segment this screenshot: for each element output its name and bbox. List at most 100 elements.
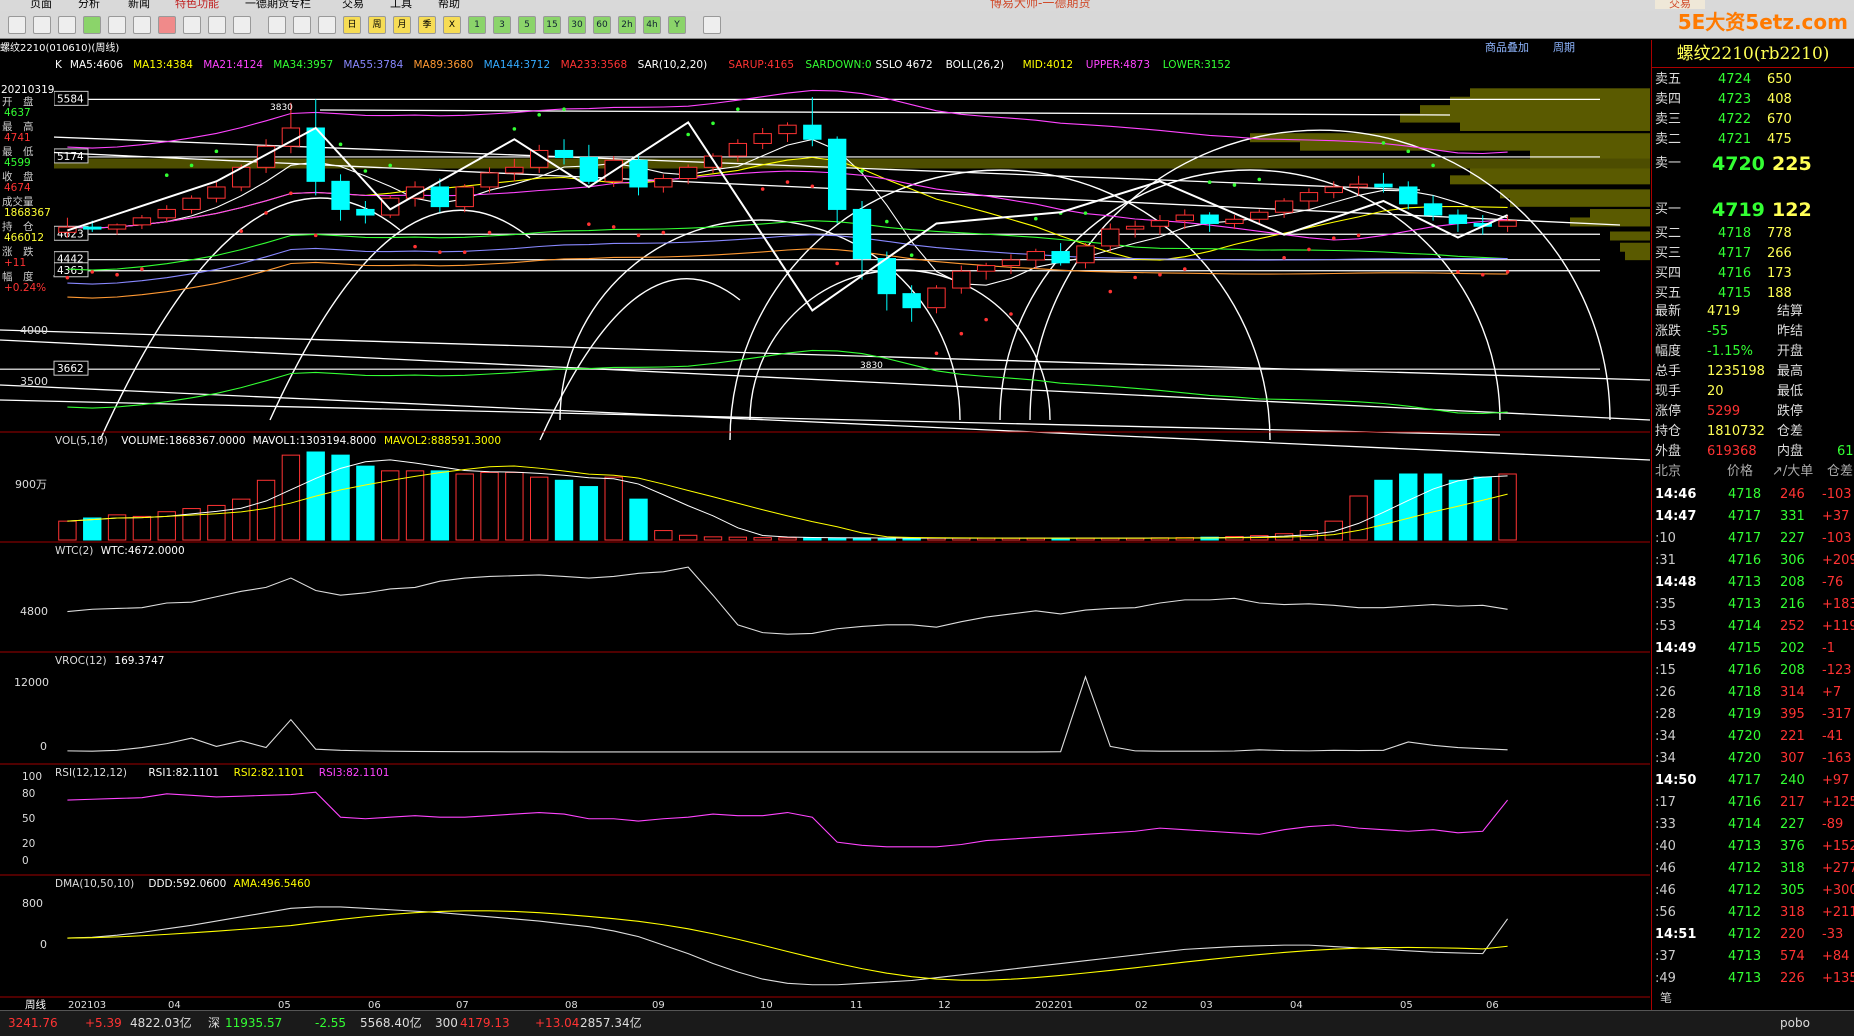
tick-row[interactable]: :33 4714 227 -89 xyxy=(1652,814,1854,836)
bid-row[interactable]: 买三 4717 266 xyxy=(1652,244,1854,264)
ticks-footer-label[interactable]: 笔 xyxy=(1660,989,1672,1006)
tick-row[interactable]: :37 4713 574 +84 xyxy=(1652,946,1854,968)
tick-row[interactable]: 14:50 4717 240 +97 xyxy=(1652,770,1854,792)
bid-row[interactable]: 买五 4715 188 xyxy=(1652,284,1854,304)
period-2h-icon[interactable]: 2h xyxy=(618,16,636,34)
boll-line xyxy=(67,349,1508,415)
chart-area[interactable]: 螺纹2210(010610)(周线) 商品叠加 周期 K MA5:4606 MA13:43… xyxy=(0,40,1650,1010)
menu-item-features[interactable]: 特色功能 xyxy=(175,0,219,9)
refresh-icon[interactable] xyxy=(83,16,101,34)
ask-row[interactable]: 卖三 4722 670 xyxy=(1652,110,1854,130)
period-y-icon[interactable]: Y xyxy=(668,16,686,34)
volume-profile-bar xyxy=(1250,133,1650,143)
tick-row[interactable]: :26 4718 314 +7 xyxy=(1652,682,1854,704)
period-30-icon[interactable]: 30 xyxy=(568,16,586,34)
stat-row[interactable]: 涨跌 -55 昨结 xyxy=(1652,322,1854,342)
zoom-out-icon[interactable] xyxy=(133,16,151,34)
calendar-icon[interactable] xyxy=(703,16,721,34)
indicator-7: MA144:3712 xyxy=(484,59,551,71)
ask-row[interactable]: 卖五 4724 650 xyxy=(1652,70,1854,90)
tick-price: 4713 xyxy=(1728,839,1762,854)
open-folder-icon[interactable] xyxy=(33,16,51,34)
candle-body xyxy=(1374,183,1393,188)
ask-row[interactable]: 卖一 4720 225 xyxy=(1652,154,1854,174)
tick-row[interactable]: :53 4714 252 +119 xyxy=(1652,616,1854,638)
ask-row[interactable]: 卖四 4723 408 xyxy=(1652,90,1854,110)
week-icon[interactable]: 周 xyxy=(368,16,386,34)
menu-item-tools[interactable]: 工具 xyxy=(390,0,412,9)
trend-line xyxy=(0,329,1650,381)
save-icon[interactable] xyxy=(58,16,76,34)
tick-row[interactable]: :31 4716 306 +209 xyxy=(1652,550,1854,572)
period-60-icon[interactable]: 60 xyxy=(593,16,611,34)
stat-row[interactable]: 幅度 -1.15% 开盘 xyxy=(1652,342,1854,362)
tick-price: 4714 xyxy=(1728,619,1762,634)
tick-row[interactable]: :56 4712 318 +211 xyxy=(1652,902,1854,924)
contract-title[interactable]: 螺纹2210(rb2210) xyxy=(1652,40,1854,68)
x-icon[interactable]: X xyxy=(443,16,461,34)
tick-row[interactable]: 14:47 4717 331 +37 xyxy=(1652,506,1854,528)
zoom-in-icon[interactable] xyxy=(108,16,126,34)
candle-body xyxy=(505,166,524,174)
menu-item-trade[interactable]: 交易 xyxy=(342,0,364,9)
period-4h-icon[interactable]: 4h xyxy=(643,16,661,34)
bid-row[interactable]: 买四 4716 173 xyxy=(1652,264,1854,284)
tick-row[interactable]: :40 4713 376 +152 xyxy=(1652,836,1854,858)
ticks-header-row[interactable]: 北京 价格 ↗/大单 仓差 xyxy=(1652,462,1854,482)
ask-row[interactable]: 卖二 4721 475 xyxy=(1652,130,1854,150)
rsi-line xyxy=(67,791,1509,848)
bid-row[interactable]: 买一 4719 122 xyxy=(1652,200,1854,220)
menu-item-page[interactable]: 页面 xyxy=(30,0,52,9)
tick-row[interactable]: :35 4713 216 +183 xyxy=(1652,594,1854,616)
menu-item-news[interactable]: 新闻 xyxy=(128,0,150,9)
tick-row[interactable]: :34 4720 221 -41 xyxy=(1652,726,1854,748)
period-1-icon[interactable]: 1 xyxy=(468,16,486,34)
stat-row[interactable]: 涨停 5299 跌停 xyxy=(1652,402,1854,422)
vroc-ylabel: 12000 xyxy=(14,676,49,689)
tick-row[interactable]: 14:51 4712 220 -33 xyxy=(1652,924,1854,946)
tick-row[interactable]: 14:49 4715 202 -1 xyxy=(1652,638,1854,660)
tick-row[interactable]: :46 4712 305 +300 xyxy=(1652,880,1854,902)
tick-row[interactable]: :49 4713 226 +135 xyxy=(1652,968,1854,990)
color-icon[interactable] xyxy=(208,16,226,34)
pencil-icon[interactable] xyxy=(183,16,201,34)
stat-row[interactable]: 现手 20 最低 xyxy=(1652,382,1854,402)
list-icon[interactable] xyxy=(268,16,286,34)
ask-price: 4724 xyxy=(1718,72,1752,87)
menu-item-analysis[interactable]: 分析 xyxy=(78,0,100,9)
period-3-icon[interactable]: 3 xyxy=(493,16,511,34)
volume-bar xyxy=(256,479,276,541)
tick-row[interactable]: 14:48 4713 208 -76 xyxy=(1652,572,1854,594)
season-icon[interactable]: 季 xyxy=(418,16,436,34)
tick-row[interactable]: :28 4719 395 -317 xyxy=(1652,704,1854,726)
draw-line-icon[interactable] xyxy=(158,16,176,34)
menu-item-help[interactable]: 帮助 xyxy=(438,0,460,9)
period-5-icon[interactable]: 5 xyxy=(518,16,536,34)
tick-row[interactable]: :34 4720 307 -163 xyxy=(1652,748,1854,770)
stat-row[interactable]: 总手 1235198 最高 xyxy=(1652,362,1854,382)
bid-row[interactable]: 买二 4718 778 xyxy=(1652,224,1854,244)
sar-dot xyxy=(487,230,492,235)
period-15-icon[interactable]: 15 xyxy=(543,16,561,34)
tick-row[interactable]: :10 4717 227 -103 xyxy=(1652,528,1854,550)
stat-row[interactable]: 最新 4719 结算 xyxy=(1652,302,1854,322)
dma-ylabel-0: 0 xyxy=(40,938,47,951)
tick-price: 4718 xyxy=(1728,487,1762,502)
panel-value-rsi: RSI2:82.1101 xyxy=(234,767,305,779)
month-icon[interactable]: 月 xyxy=(393,16,411,34)
stat-row[interactable]: 持仓 1810732 仓差 xyxy=(1652,422,1854,442)
candle-body xyxy=(927,287,946,309)
candle-body xyxy=(1498,220,1517,227)
day-icon[interactable]: 日 xyxy=(343,16,361,34)
stat-row[interactable]: 外盘 619368 内盘 61 xyxy=(1652,442,1854,462)
tick-row[interactable]: 14:46 4718 246 -103 xyxy=(1652,484,1854,506)
tick-row[interactable]: :17 4716 217 +125 xyxy=(1652,792,1854,814)
new-window-icon[interactable] xyxy=(8,16,26,34)
table-icon[interactable] xyxy=(293,16,311,34)
line-icon[interactable] xyxy=(318,16,336,34)
tick-row[interactable]: :46 4712 318 +277 xyxy=(1652,858,1854,880)
menu-item-column[interactable]: 一德期货专栏 xyxy=(245,0,311,9)
tick-time: :49 xyxy=(1655,971,1676,986)
filter-icon[interactable] xyxy=(233,16,251,34)
tick-row[interactable]: :15 4716 208 -123 xyxy=(1652,660,1854,682)
